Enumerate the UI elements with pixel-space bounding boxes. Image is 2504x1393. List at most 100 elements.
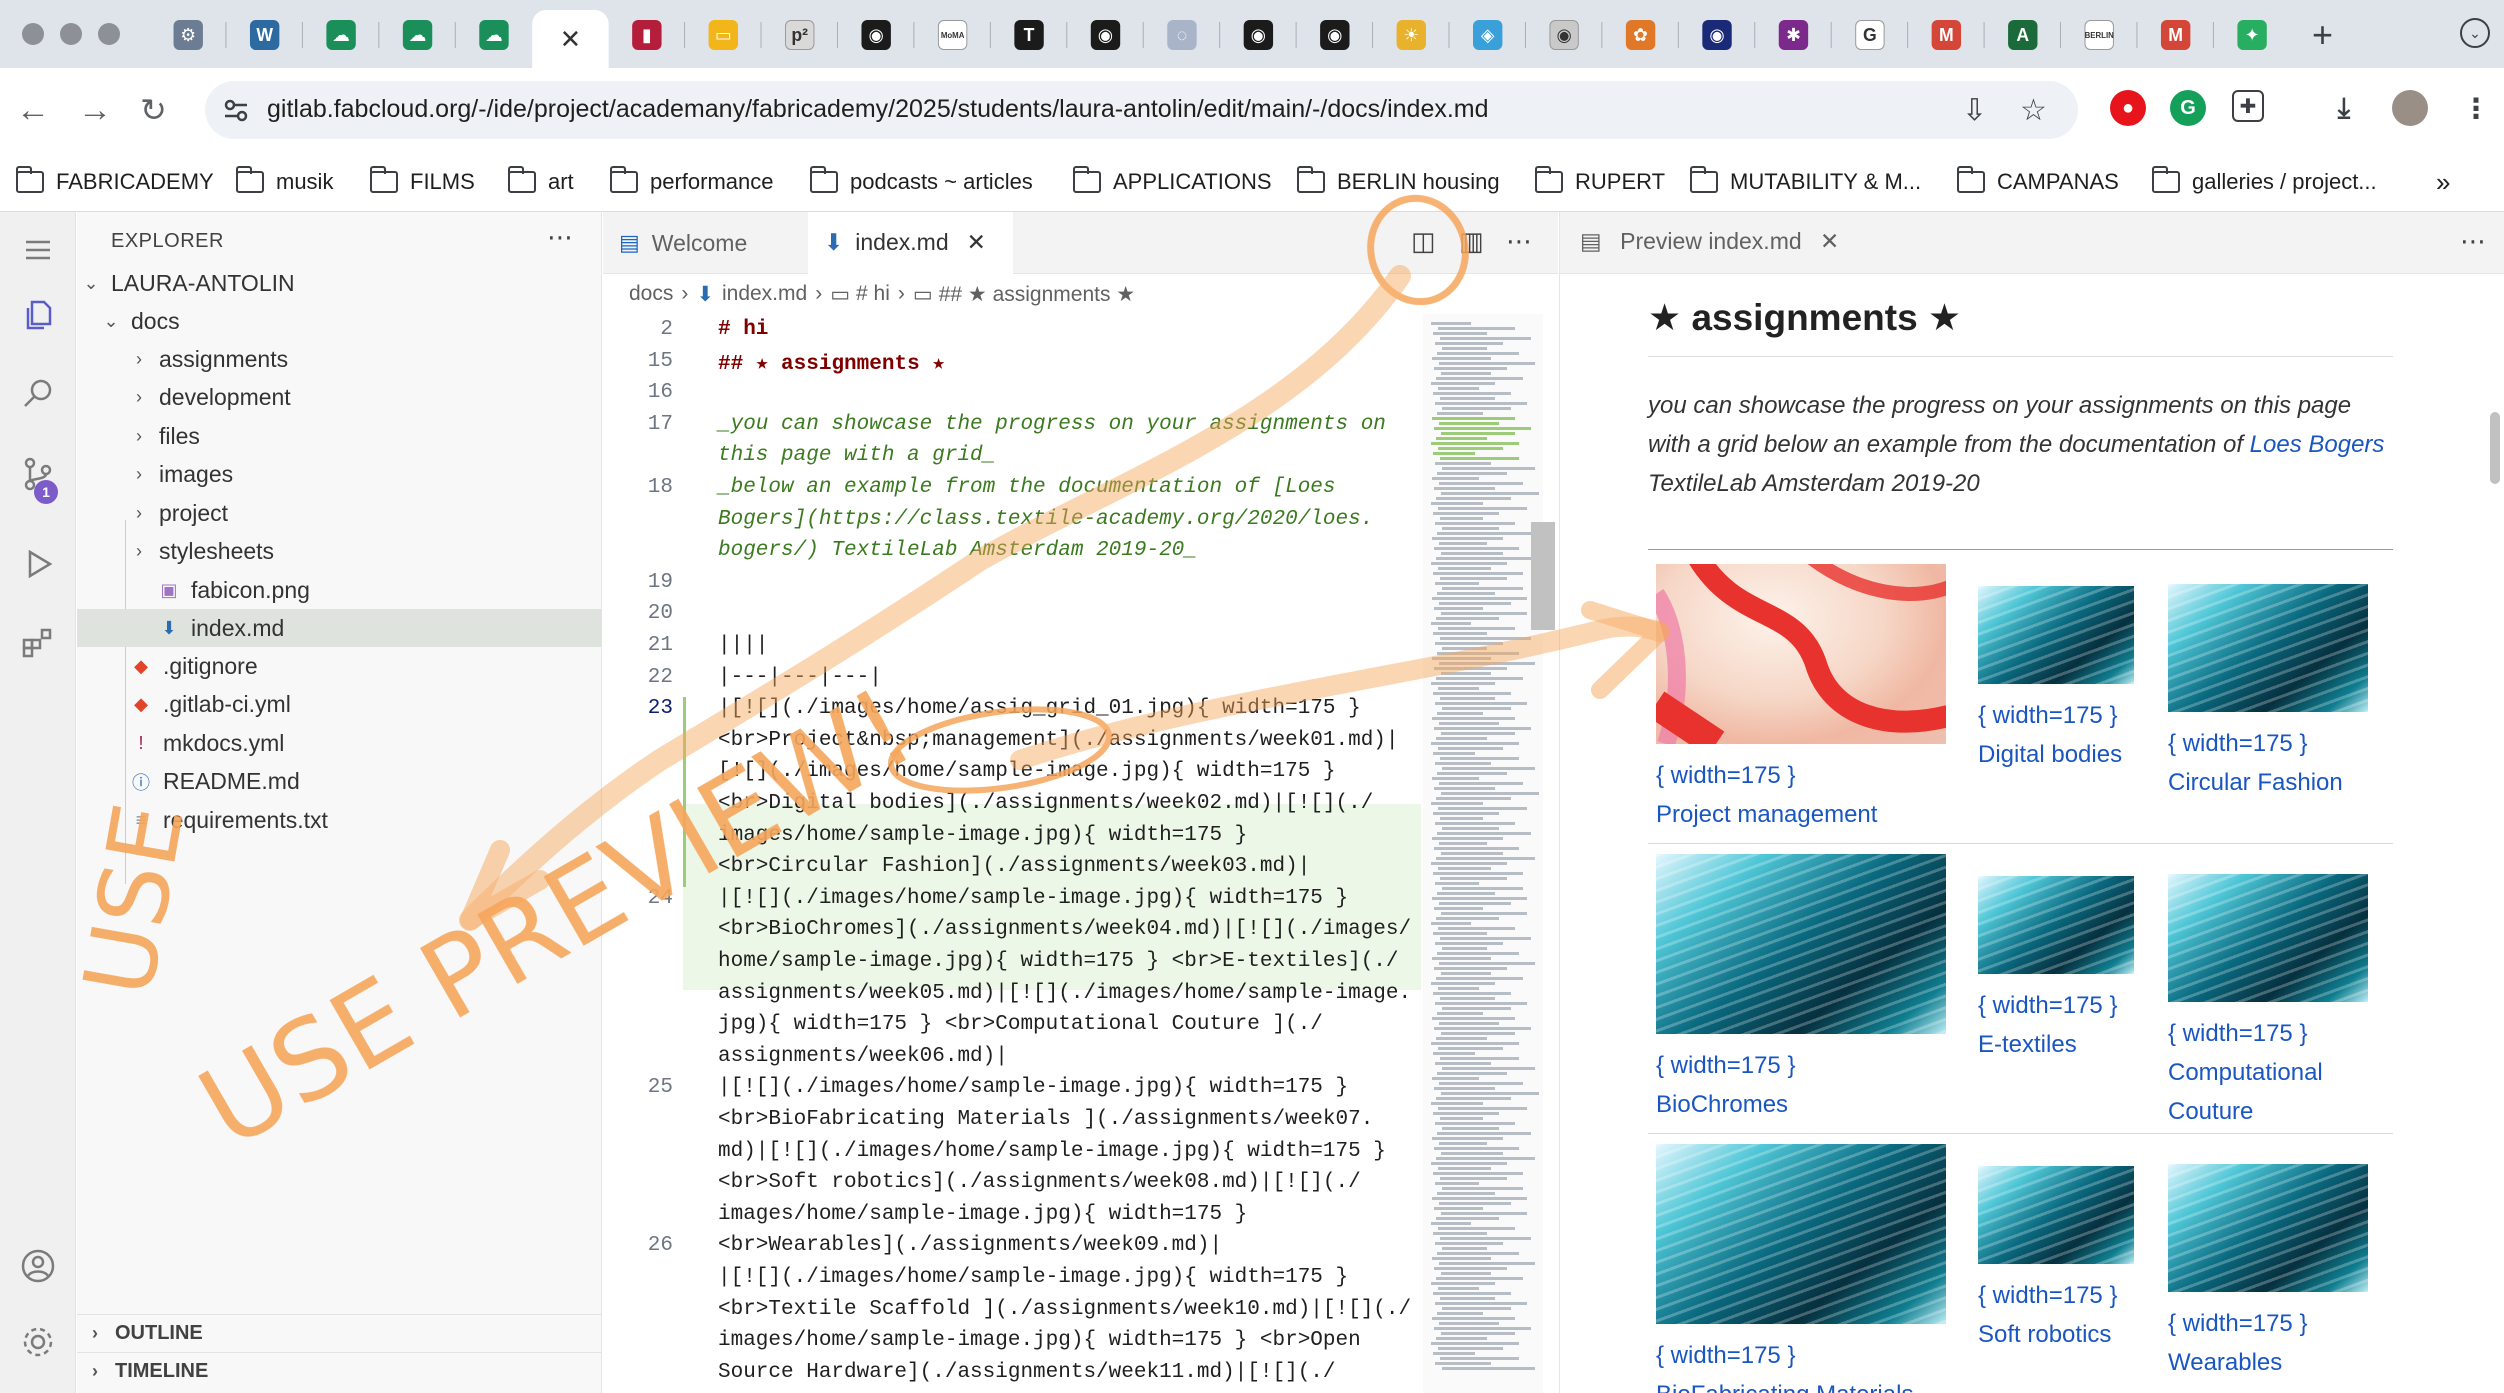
width-attribute-text[interactable]: { width=175 } <box>2168 1014 2383 1053</box>
folder-project[interactable]: › project <box>77 494 602 532</box>
assignment-link[interactable]: { width=175 } Computational Couture <box>2168 874 2383 1131</box>
code-line[interactable]: <br>Wearables](./assignments/week09.md)| <box>718 1234 1418 1257</box>
browser-tab[interactable]: ☁ <box>379 10 456 60</box>
bookmark-folder[interactable]: art <box>508 164 574 200</box>
folder-stylesheets[interactable]: › stylesheets <box>77 533 602 571</box>
code-line[interactable]: <br>BioChromes](./assignments/week04.md)… <box>718 918 1418 941</box>
code-line[interactable]: <br>Textile Scaffold ](./assignments/wee… <box>718 1298 1418 1321</box>
run-debug-icon[interactable] <box>18 544 58 584</box>
assignment-title[interactable]: Wearables <box>2168 1343 2383 1382</box>
browser-tab[interactable]: ◉ <box>1067 10 1144 60</box>
bookmark-folder[interactable]: RUPERT <box>1535 164 1665 200</box>
file-root[interactable]: ◆ .gitlab-ci.yml <box>77 686 602 724</box>
code-line[interactable]: Source Hardware](./assignments/week11.md… <box>718 1361 1418 1384</box>
browser-tab[interactable]: M <box>2137 10 2214 60</box>
code-line[interactable]: home/sample-image.jpg){ width=175 } <br>… <box>718 950 1418 973</box>
width-attribute-text[interactable]: { width=175 } <box>1656 1336 1966 1375</box>
tab-welcome[interactable]: ▤ Welcome <box>603 212 808 274</box>
assignment-thumbnail[interactable] <box>1656 564 1946 744</box>
editor-scrollbar[interactable] <box>1531 522 1555 630</box>
browser-tab[interactable]: G <box>1832 10 1909 60</box>
browser-tab[interactable]: ✿ <box>1602 10 1679 60</box>
bookmark-folder[interactable]: galleries / project... <box>2152 164 2377 200</box>
back-button[interactable]: ← <box>16 88 50 132</box>
bookmark-folder[interactable]: APPLICATIONS <box>1073 164 1272 200</box>
loes-bogers-link[interactable]: Loes Bogers <box>2250 431 2385 458</box>
bookmark-star-icon[interactable]: ☆ <box>2020 93 2047 128</box>
code-line[interactable]: jpg){ width=175 } <br>Computational Cout… <box>718 1013 1418 1036</box>
profile-avatar[interactable] <box>2392 90 2428 126</box>
assignment-link[interactable]: { width=175 } Soft robotics <box>1978 1166 2154 1354</box>
file-root[interactable]: ! mkdocs.yml <box>77 724 602 762</box>
code-line[interactable]: ## ★ assignments ★ <box>718 350 1418 376</box>
width-attribute-text[interactable]: { width=175 } <box>1978 986 2154 1025</box>
assignment-thumbnail[interactable] <box>1656 1144 1946 1324</box>
browser-tab[interactable]: ▮ <box>609 10 686 60</box>
browser-tab[interactable]: A <box>1985 10 2061 60</box>
bookmark-folder[interactable]: CAMPANAS <box>1957 164 2119 200</box>
code-line[interactable]: |[![](./images/home/sample-image.jpg){ w… <box>718 887 1418 910</box>
assignment-link[interactable]: { width=175 } E-textiles <box>1978 876 2154 1064</box>
site-info-icon[interactable] <box>221 95 251 125</box>
timeline-section[interactable]: › TIMELINE <box>77 1352 602 1390</box>
browser-tab[interactable]: MoMA <box>914 10 991 60</box>
code-line[interactable]: <br>Digital bodies](./assignments/week02… <box>718 792 1418 815</box>
account-icon[interactable] <box>18 1246 58 1286</box>
assignment-link[interactable]: { width=175 } Circular Fashion <box>2168 584 2383 802</box>
bookmark-folder[interactable]: performance <box>610 164 774 200</box>
browser-tab[interactable]: ◉ <box>1526 10 1603 60</box>
assignment-title[interactable]: Computational Couture <box>2168 1053 2383 1131</box>
code-line[interactable]: <br>BioFabricating Materials ](./assignm… <box>718 1108 1418 1131</box>
file-fabicon-png[interactable]: ▣ fabicon.png <box>77 571 602 609</box>
code-line[interactable]: images/home/sample-image.jpg){ width=175… <box>718 1203 1418 1226</box>
code-line[interactable]: |[![](./images/home/assig_grid_01.jpg){ … <box>718 697 1418 720</box>
assignment-thumbnail[interactable] <box>2168 874 2368 1002</box>
browser-tab[interactable]: ☁ <box>456 10 532 60</box>
code-line[interactable]: |[![](./images/home/sample-image.jpg){ w… <box>718 1266 1418 1289</box>
folder-files[interactable]: › files <box>77 417 602 455</box>
workspace-root[interactable]: ⌄ LAURA-ANTOLIN <box>77 264 602 302</box>
minimize-window-button[interactable] <box>60 23 82 45</box>
reload-button[interactable]: ↻ <box>140 88 167 132</box>
assignment-title[interactable]: BioChromes <box>1656 1085 1966 1124</box>
tab-search-button[interactable]: ⌄ <box>2460 18 2490 48</box>
grammarly-extension-icon[interactable]: G <box>2170 90 2206 126</box>
install-app-icon[interactable]: ⇩ <box>1962 93 1987 128</box>
browser-tab[interactable]: ✱ <box>1755 10 1832 60</box>
browser-tab[interactable]: ▭ <box>685 10 762 60</box>
breadcrumb-file[interactable]: index.md <box>722 282 807 306</box>
folder-assignments[interactable]: › assignments <box>77 340 602 378</box>
search-icon[interactable] <box>18 374 58 414</box>
file-root[interactable]: ⓘ README.md <box>77 763 602 801</box>
assignment-link[interactable]: { width=175 } BioChromes <box>1656 854 1966 1124</box>
width-attribute-text[interactable]: { width=175 } <box>2168 1304 2383 1343</box>
browser-tab[interactable]: ✕ <box>532 10 609 68</box>
split-editor-icon[interactable]: ▥ <box>1459 226 1484 257</box>
tab-index-md[interactable]: ⬇ index.md ✕ <box>808 212 1013 274</box>
assignment-title[interactable]: Soft robotics <box>1978 1315 2154 1354</box>
code-line[interactable]: [![](./images/home/sample-image.jpg){ wi… <box>718 760 1418 783</box>
code-line[interactable]: md)|[![](./images/home/sample-image.jpg)… <box>718 1140 1418 1163</box>
bookmark-folder[interactable]: musik <box>236 164 333 200</box>
folder-docs[interactable]: ⌄ docs <box>77 302 602 340</box>
breadcrumb-h1[interactable]: # hi <box>856 282 890 306</box>
code-line[interactable]: Bogers](https://class.textile-academy.or… <box>718 508 1418 531</box>
minimap[interactable] <box>1423 314 1543 1393</box>
bookmark-folder[interactable]: FABRICADEMY <box>16 164 214 200</box>
assignment-thumbnail[interactable] <box>1978 586 2134 684</box>
preview-more-icon[interactable]: ⋯ <box>2460 226 2486 257</box>
code-line[interactable]: _you can showcase the progress on your a… <box>718 413 1418 436</box>
extensions-puzzle-icon[interactable]: ✚ <box>2232 90 2264 122</box>
browser-tab[interactable]: ◉ <box>1220 10 1297 60</box>
browser-tab[interactable]: ◌ <box>1144 10 1221 60</box>
browser-tab[interactable]: M <box>1908 10 1985 60</box>
preview-scrollbar[interactable] <box>2490 412 2500 484</box>
close-preview-icon[interactable]: ✕ <box>1820 228 1839 254</box>
code-line[interactable]: # hi <box>718 318 1418 341</box>
code-line[interactable]: assignments/week06.md)| <box>718 1045 1418 1068</box>
editor-more-icon[interactable]: ⋯ <box>1506 226 1532 257</box>
breadcrumb-docs[interactable]: docs <box>629 282 673 306</box>
browser-tab[interactable]: T <box>991 10 1068 60</box>
width-attribute-text[interactable]: { width=175 } <box>1978 696 2154 735</box>
code-line[interactable]: this page with a grid_ <box>718 444 1418 467</box>
